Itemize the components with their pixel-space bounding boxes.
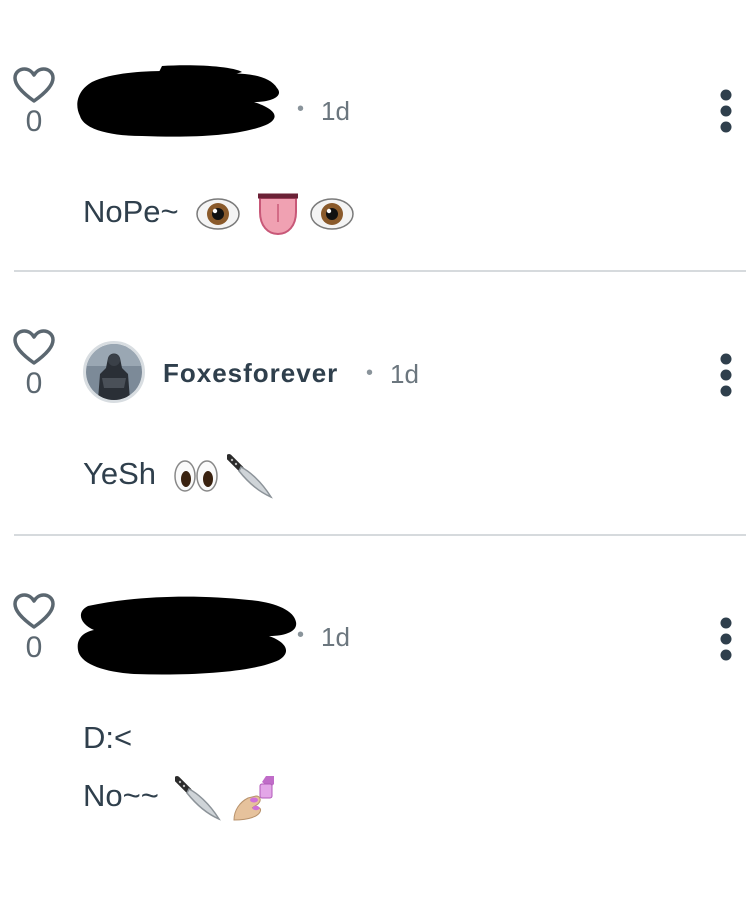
knife-icon — [175, 776, 222, 821]
comment-body-line: D:< — [83, 720, 132, 756]
like-control[interactable]: 0 — [12, 328, 56, 400]
heart-icon[interactable] — [12, 592, 56, 630]
separator-dot: • — [366, 362, 374, 384]
eye-icon — [309, 198, 354, 230]
more-options-icon[interactable] — [716, 352, 736, 398]
like-control[interactable]: 0 — [12, 592, 56, 664]
like-count: 0 — [25, 367, 43, 400]
comment-item: 0 Foxesforever • 1d YeSh — [0, 272, 755, 534]
tongue-icon — [257, 193, 298, 236]
comment-text: NoPe~ — [83, 194, 179, 230]
comment-item: 0 • 1d D:< No~~ — [0, 536, 755, 906]
avatar-image — [86, 344, 142, 400]
avatar[interactable] — [83, 341, 145, 403]
redacted-username — [77, 65, 280, 137]
like-control[interactable]: 0 — [12, 66, 56, 138]
knife-icon — [227, 454, 274, 499]
comment-body: YeSh — [83, 453, 274, 499]
comment-body-line: No~~ — [83, 774, 278, 822]
heart-icon[interactable] — [12, 328, 56, 366]
comment-item: 0 • 1d NoPe~ — [0, 0, 755, 270]
nail-polish-icon — [233, 776, 275, 821]
more-options-icon[interactable] — [716, 616, 736, 662]
comment-text: YeSh — [83, 456, 156, 492]
like-count: 0 — [25, 631, 43, 664]
redacted-username — [77, 596, 297, 675]
heart-icon[interactable] — [12, 66, 56, 104]
comment-text: No~~ — [83, 778, 159, 814]
timestamp: 1d — [321, 96, 350, 126]
eyes-icon — [173, 460, 218, 492]
separator-dot: • — [297, 98, 305, 120]
timestamp: 1d — [321, 622, 350, 652]
eye-icon — [196, 198, 241, 230]
timestamp: 1d — [390, 359, 419, 389]
comment-text: D:< — [83, 720, 133, 755]
separator-dot: • — [297, 624, 305, 646]
comment-body: NoPe~ — [83, 192, 355, 236]
like-count: 0 — [25, 105, 43, 138]
more-options-icon[interactable] — [716, 88, 736, 134]
author-name[interactable]: Foxesforever — [163, 358, 338, 389]
